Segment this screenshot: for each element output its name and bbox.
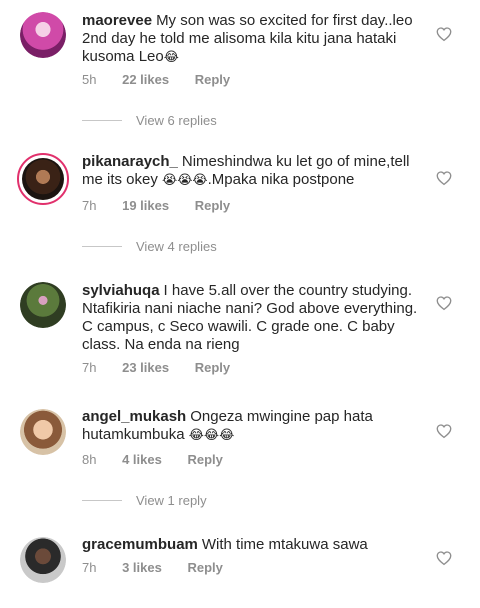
comment-likes[interactable]: 4 likes — [122, 452, 162, 467]
divider-line — [82, 120, 122, 121]
comment-likes[interactable]: 3 likes — [122, 560, 162, 575]
reply-button[interactable]: Reply — [195, 198, 230, 213]
heart-icon[interactable] — [435, 294, 453, 312]
divider-line — [82, 246, 122, 247]
view-replies-button[interactable]: View 6 replies — [82, 113, 217, 128]
comment-time: 7h — [82, 360, 97, 375]
comment-time: 7h — [82, 198, 97, 213]
heart-icon[interactable] — [435, 169, 453, 187]
comment-username[interactable]: pikanaraych_ — [82, 153, 178, 170]
comment-time: 5h — [82, 72, 97, 87]
reply-button[interactable]: Reply — [187, 452, 222, 467]
heart-icon[interactable] — [435, 549, 453, 567]
comment-likes[interactable]: 22 likes — [122, 72, 169, 87]
comment-username[interactable]: gracemumbuam — [82, 536, 198, 553]
crying-emoji: 😭😭😭 — [162, 173, 208, 188]
laughing-emoji: 😂😂😂 — [188, 428, 235, 443]
laughing-emoji: 😂 — [163, 50, 179, 65]
comment-time: 8h — [82, 452, 97, 467]
view-replies-button[interactable]: View 4 replies — [82, 239, 217, 254]
avatar[interactable] — [20, 409, 66, 455]
comment-time: 7h — [82, 560, 97, 575]
comment-text: With time mtakuwa sawa — [201, 536, 368, 553]
comment-username[interactable]: maorevee — [82, 12, 152, 29]
heart-icon[interactable] — [435, 25, 453, 43]
comment-likes[interactable]: 19 likes — [122, 198, 169, 213]
reply-button[interactable]: Reply — [187, 560, 222, 575]
comment-likes[interactable]: 23 likes — [122, 360, 169, 375]
avatar[interactable] — [17, 153, 69, 205]
view-replies-button[interactable]: View 1 reply — [82, 493, 207, 508]
divider-line — [82, 500, 122, 501]
reply-button[interactable]: Reply — [195, 360, 230, 375]
comment-username[interactable]: angel_mukash — [82, 408, 186, 425]
reply-button[interactable]: Reply — [195, 72, 230, 87]
comment-username[interactable]: sylviahuqa — [82, 282, 160, 299]
comment-text-continued: .Mpaka nika postpone — [207, 171, 355, 188]
avatar[interactable] — [20, 12, 66, 58]
heart-icon[interactable] — [435, 422, 453, 440]
avatar[interactable] — [20, 537, 66, 583]
avatar[interactable] — [20, 282, 66, 328]
